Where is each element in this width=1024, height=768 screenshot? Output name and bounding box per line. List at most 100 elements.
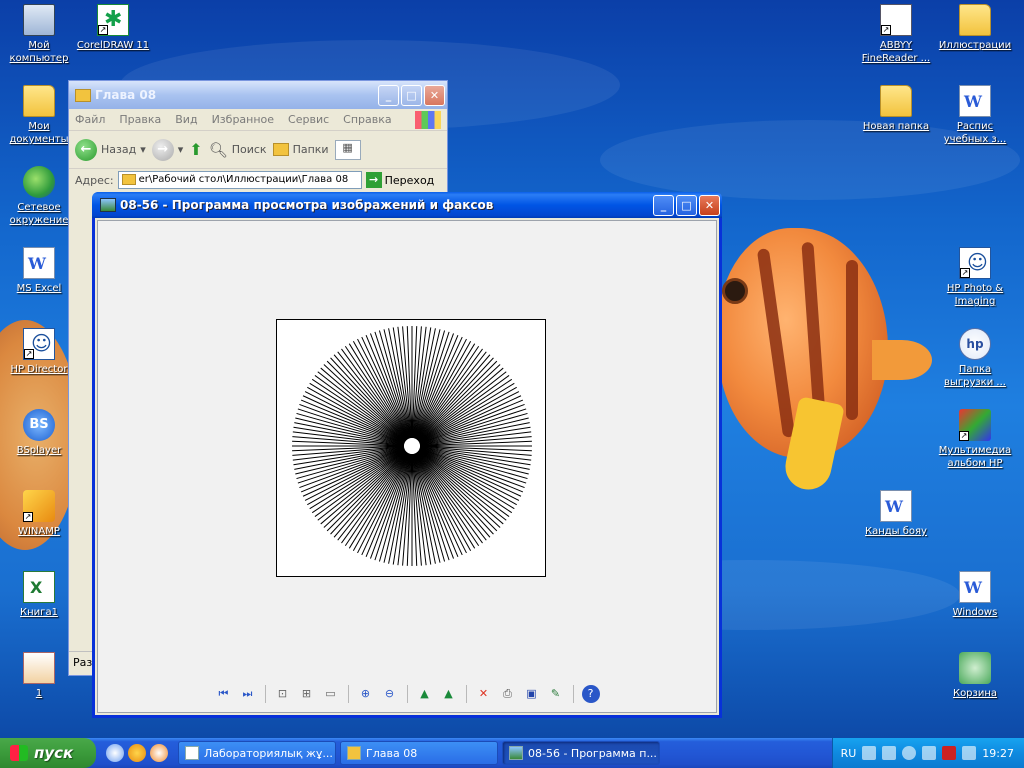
image-viewer-window[interactable]: 08-56 - Программа просмотра изображений … xyxy=(92,192,722,718)
minimize-button[interactable]: _ xyxy=(378,84,399,106)
views-button[interactable]: ▦ xyxy=(334,139,361,160)
menu-edit[interactable]: Правка xyxy=(119,113,161,126)
desktop-icon-bsplayer[interactable]: BS BSplayer xyxy=(1,409,77,457)
fish-stripe xyxy=(846,260,858,420)
documents-folder-icon xyxy=(23,85,55,117)
search-icon: 🔍︎ xyxy=(208,140,228,159)
winamp-quicklaunch-icon[interactable] xyxy=(128,744,146,762)
rotate-counterclockwise-icon[interactable]: ▲ xyxy=(440,685,458,703)
bsplayer-quicklaunch-icon[interactable] xyxy=(106,744,124,762)
print-icon[interactable]: ⎙ xyxy=(499,685,517,703)
desktop-icon-label: Мои документы xyxy=(9,121,69,145)
back-arrow-icon: ← xyxy=(75,138,97,161)
address-label: Адрес: xyxy=(75,173,114,187)
volume-icon[interactable] xyxy=(962,746,977,760)
desktop-icon-windows[interactable]: Windows xyxy=(937,571,1013,619)
desktop-icon-winamp[interactable]: ↗ WINAMP xyxy=(1,490,77,538)
ray-line xyxy=(352,341,409,440)
word-document-icon xyxy=(23,247,55,279)
desktop-icon-abbyy[interactable]: ↗ ABBYY FineReader ... xyxy=(858,4,934,65)
safely-remove-icon[interactable] xyxy=(922,746,937,760)
language-indicator[interactable]: RU xyxy=(841,747,857,760)
folder-up-icon[interactable]: ⬆ xyxy=(189,140,202,159)
desktop-icon-new-folder[interactable]: Новая папка xyxy=(858,85,934,133)
desktop-icon-upload-folder[interactable]: hp Папка выгрузки ... xyxy=(937,328,1013,389)
menu-tools[interactable]: Сервис xyxy=(288,113,329,126)
desktop-icon-ms-excel[interactable]: MS Excel xyxy=(1,247,77,295)
desktop-icon-one[interactable]: 1 xyxy=(1,652,77,700)
help-icon[interactable] xyxy=(862,746,877,760)
go-button[interactable]: → Переход xyxy=(365,172,434,188)
address-field[interactable]: er\Рабочий стол\Иллюстрации\Глава 08 xyxy=(117,171,362,189)
taskbar-task-viewer[interactable]: 08-56 - Программа п... xyxy=(502,741,660,765)
delete-icon[interactable]: ✕ xyxy=(475,685,493,703)
menu-help[interactable]: Справка xyxy=(343,113,391,126)
taskbar-task-glava[interactable]: Глава 08 xyxy=(340,741,498,765)
excel-document-icon xyxy=(23,571,55,603)
toolbar-separator xyxy=(264,685,266,703)
chevron-down-icon[interactable]: ▾ xyxy=(140,143,146,156)
actual-size-icon[interactable]: ⊞ xyxy=(298,685,316,703)
menu-favorites[interactable]: Избранное xyxy=(212,113,274,126)
back-button[interactable]: ← Назад ▾ xyxy=(75,138,146,161)
desktop-icon-kniga1[interactable]: Книга1 xyxy=(1,571,77,619)
maximize-button[interactable]: □ xyxy=(401,84,422,106)
chevron-down-icon[interactable]: ▾ xyxy=(178,143,184,156)
desktop-icon-my-computer[interactable]: Мой компьютер xyxy=(1,4,77,65)
desktop-icon-illustrations[interactable]: Иллюстрации xyxy=(937,4,1013,52)
folders-button[interactable]: Папки xyxy=(272,143,329,156)
word-document-icon xyxy=(880,490,912,522)
desktop-icon-multimedia[interactable]: ↗ Мультимедиа альбом HP xyxy=(937,409,1013,470)
save-icon[interactable]: ▣ xyxy=(523,685,541,703)
desktop-icon-recycle-bin[interactable]: Корзина xyxy=(937,652,1013,700)
desktop-icon-label: MS Excel xyxy=(16,283,62,294)
desktop-icon-coreldraw[interactable]: ↗ CorelDRAW 11 xyxy=(75,4,151,52)
ray-line xyxy=(418,386,517,443)
zoom-out-icon[interactable]: ⊖ xyxy=(381,685,399,703)
taskbar-task-lab[interactable]: Лабораториялық жұ... xyxy=(178,741,336,765)
search-button[interactable]: 🔍︎ Поиск xyxy=(209,141,267,159)
desktop-icon-kandy[interactable]: Канды бояу xyxy=(858,490,934,538)
desktop-icon-schedule[interactable]: Распис учебных з... xyxy=(937,85,1013,146)
desktop-icon-label: Windows xyxy=(952,607,998,618)
next-image-icon[interactable]: ⏭ xyxy=(239,685,257,703)
taskbar: пуск Лабораториялық жұ... Глава 08 08-56… xyxy=(0,738,1024,768)
minimize-button[interactable]: _ xyxy=(653,194,674,216)
menu-view[interactable]: Вид xyxy=(175,113,197,126)
viewer-title-bar[interactable]: 08-56 - Программа просмотра изображений … xyxy=(92,192,722,218)
ray-line xyxy=(415,452,472,551)
forward-button[interactable]: → ▾ xyxy=(151,138,184,161)
folder-icon xyxy=(959,4,991,36)
slideshow-icon[interactable]: ▭ xyxy=(322,685,340,703)
desktop-icon-hp-director[interactable]: ↗ HP Director xyxy=(1,328,77,376)
winamp-icon: ↗ xyxy=(23,490,55,522)
menu-bar: Файл Правка Вид Избранное Сервис Справка xyxy=(69,109,447,131)
desktop-icon-label: Новая папка xyxy=(862,121,930,132)
zoom-in-icon[interactable]: ⊕ xyxy=(357,685,375,703)
edit-image-icon[interactable]: ✎ xyxy=(547,685,565,703)
desktop-icon-hp-photo[interactable]: ↗ HP Photo & Imaging xyxy=(937,247,1013,308)
previous-image-icon[interactable]: ⏮ xyxy=(215,685,233,703)
best-fit-icon[interactable]: ⊡ xyxy=(274,685,292,703)
desktop-icon-my-documents[interactable]: Мои документы xyxy=(1,85,77,146)
network-icon[interactable] xyxy=(882,746,897,760)
recycle-bin-icon xyxy=(959,652,991,684)
back-label: Назад xyxy=(101,143,137,156)
rotate-clockwise-icon[interactable]: ▲ xyxy=(416,685,434,703)
maximize-button[interactable]: □ xyxy=(676,194,697,216)
chevron-left-icon[interactable] xyxy=(902,746,917,760)
close-button[interactable]: ✕ xyxy=(424,84,445,106)
menu-file[interactable]: Файл xyxy=(75,113,105,126)
desktop-icon-label: WINAMP xyxy=(18,526,60,537)
media-player-quicklaunch-icon[interactable] xyxy=(150,744,168,762)
displayed-image xyxy=(276,319,546,577)
antivirus-icon[interactable] xyxy=(942,746,957,760)
task-label: Лабораториялық жұ... xyxy=(204,746,333,760)
image-viewer-icon xyxy=(100,198,116,212)
desktop-icon-network[interactable]: Сетевое окружение xyxy=(1,166,77,227)
start-button[interactable]: пуск xyxy=(0,738,96,768)
explorer-title-bar[interactable]: Глава 08 _ □ ✕ xyxy=(69,81,447,109)
help-icon[interactable]: ? xyxy=(581,685,600,703)
close-button[interactable]: ✕ xyxy=(699,194,720,216)
image-display-area: ⏮ ⏭ ⊡ ⊞ ▭ ⊕ ⊖ ▲ ▲ ✕ ⎙ ▣ ✎ ? xyxy=(97,220,717,713)
